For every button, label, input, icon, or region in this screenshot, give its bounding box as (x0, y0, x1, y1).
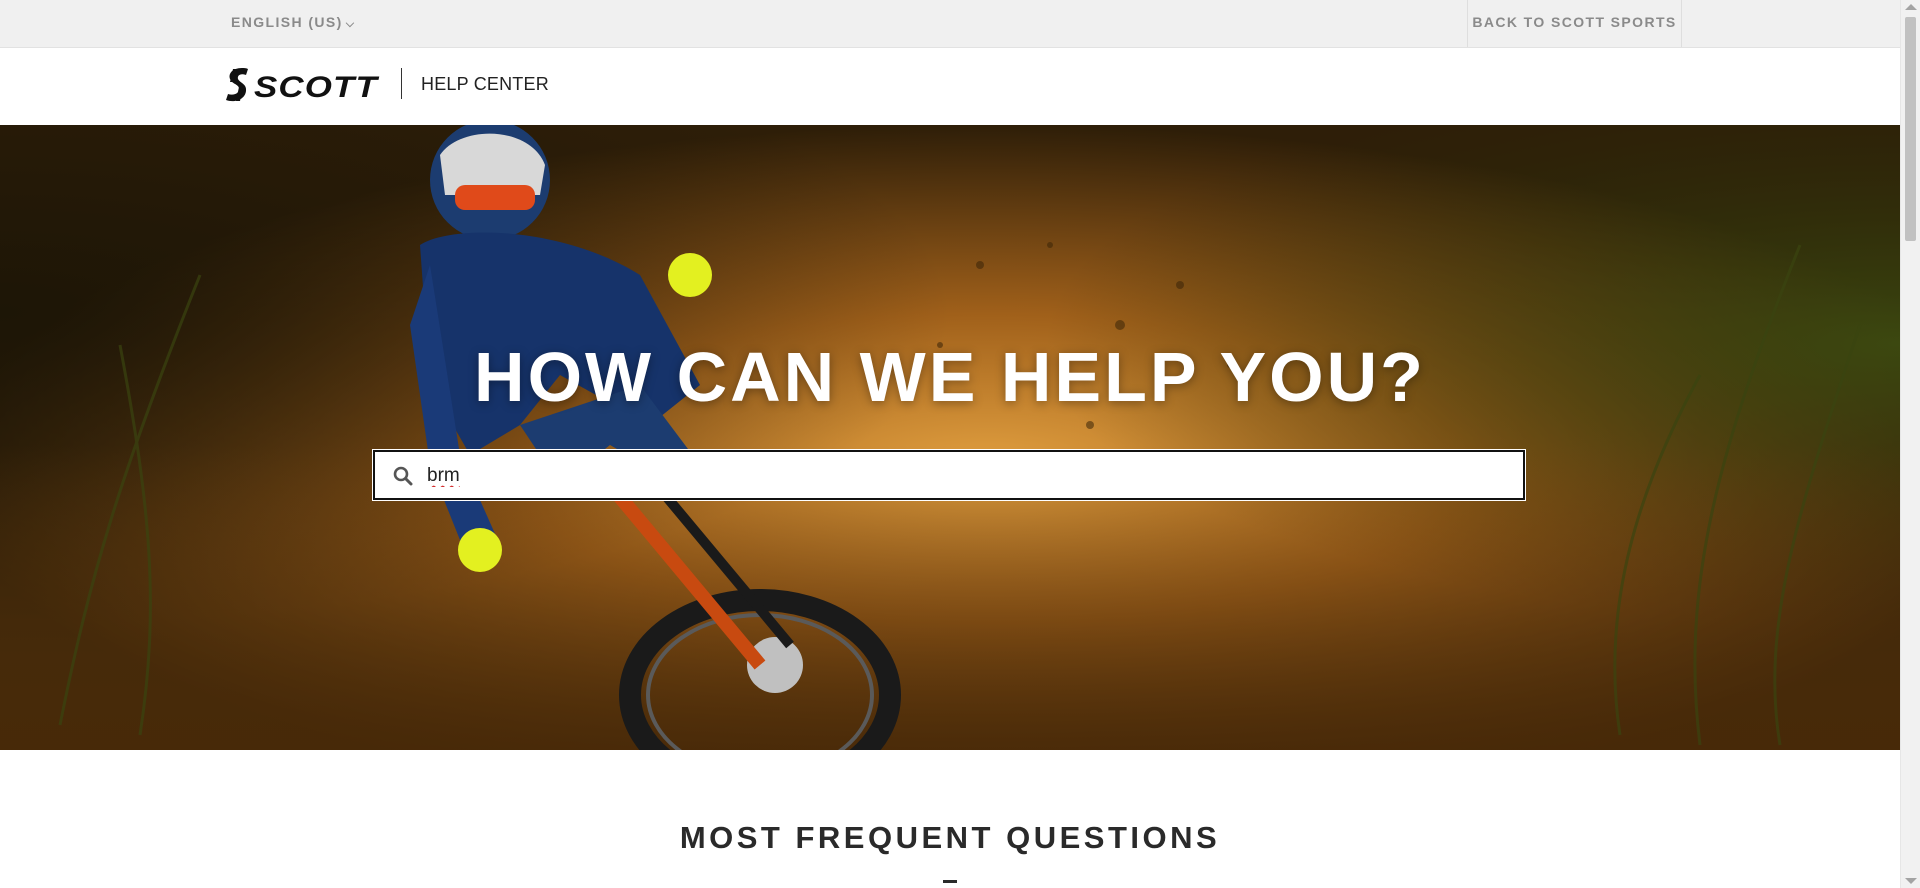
scott-logo-mark-icon (226, 68, 248, 102)
scroll-down-arrow-icon[interactable] (1905, 878, 1917, 884)
back-to-scott-sports-link[interactable]: BACK TO SCOTT SPORTS (1467, 0, 1682, 47)
chevron-down-icon: ⌵ (345, 18, 356, 30)
scott-logo[interactable]: SCOTT (224, 66, 380, 103)
header-divider (401, 68, 402, 99)
search-icon (393, 466, 413, 486)
help-center-label[interactable]: HELP CENTER (421, 74, 549, 95)
hero-background-image (0, 125, 1900, 750)
site-header: SCOTT HELP CENTER (0, 48, 1900, 125)
hero-heading: HOW CAN WE HELP YOU? (474, 338, 1426, 416)
language-selector[interactable]: ENGLISH (US) ⌵ (231, 0, 355, 47)
search-box[interactable] (373, 450, 1525, 500)
search-input[interactable] (425, 456, 1509, 496)
top-utility-bar: ENGLISH (US) ⌵ BACK TO SCOTT SPORTS (0, 0, 1900, 48)
page-scrollbar[interactable] (1900, 0, 1920, 888)
scroll-up-arrow-icon[interactable] (1905, 4, 1917, 10)
hero-banner: HOW CAN WE HELP YOU? (0, 125, 1900, 750)
heading-divider (943, 880, 957, 883)
language-label: ENGLISH (US) (231, 14, 343, 30)
scott-wordmark: SCOTT (254, 71, 380, 103)
most-frequent-questions-heading: MOST FREQUENT QUESTIONS (679, 820, 1221, 855)
scrollbar-thumb[interactable] (1905, 17, 1916, 241)
